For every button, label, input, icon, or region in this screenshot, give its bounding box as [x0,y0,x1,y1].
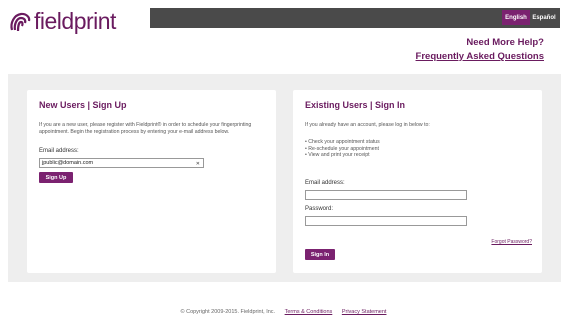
list-item: • View and print your receipt [305,152,370,158]
copyright-text: © Copyright 2009-2015. Fieldprint, Inc. [180,309,276,315]
forgot-password-link[interactable]: Forgot Password? [491,239,532,245]
signup-button[interactable]: Sign Up [39,172,73,183]
privacy-link[interactable]: Privacy Statement [342,309,387,315]
page: fieldprint English Español Need More Hel… [0,0,567,324]
signin-email-input[interactable] [305,190,467,200]
clear-x-icon[interactable]: ✕ [196,160,200,168]
signup-email-label: Email address: [39,148,79,154]
footer: © Copyright 2009-2015. Fieldprint, Inc. … [0,309,567,315]
signin-button[interactable]: Sign In [305,249,335,260]
password-label: Password: [305,206,334,212]
logo-text: fieldprint [34,8,116,34]
new-users-title: New Users | Sign Up [39,100,127,110]
existing-users-title: Existing Users | Sign In [305,100,406,110]
new-users-intro: If you are a new user, please register w… [39,122,252,135]
fieldprint-logo[interactable]: fieldprint [8,8,116,35]
terms-link[interactable]: Terms & Conditions [285,309,333,315]
signup-email-value: jpublic@domain.com [42,160,94,166]
content-band: New Users | Sign Up If you are a new use… [8,74,561,282]
signin-email-label: Email address: [305,180,345,186]
existing-users-card: Existing Users | Sign In If you already … [293,90,542,273]
password-input[interactable] [305,216,467,226]
existing-users-bullets: • Check your appointment status • Re-sch… [305,139,380,159]
fingerprint-logo-icon [10,12,31,31]
existing-users-intro: If you already have an account, please l… [305,122,430,128]
language-espanol-button[interactable]: Español [531,10,557,25]
help-box: Need More Help? Frequently Asked Questio… [416,37,544,62]
help-title: Need More Help? [466,37,544,48]
faq-link[interactable]: Frequently Asked Questions [416,51,544,62]
new-users-card: New Users | Sign Up If you are a new use… [27,90,276,273]
signup-email-input[interactable]: jpublic@domain.com ✕ [39,158,204,168]
language-english-button[interactable]: English [502,10,530,25]
top-bar: English Español [150,8,560,28]
